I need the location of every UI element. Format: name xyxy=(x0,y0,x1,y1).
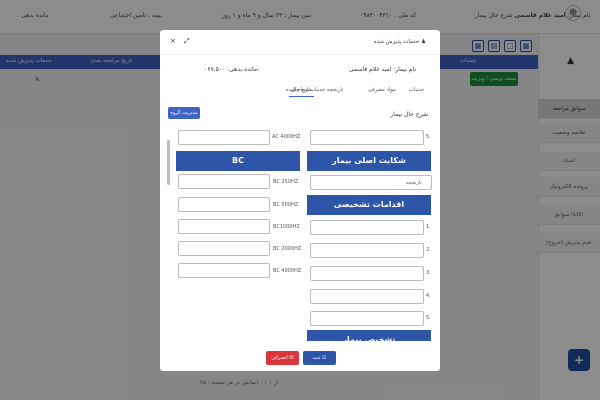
save-icon: ☑ xyxy=(321,355,327,361)
action-field-5[interactable] xyxy=(310,311,424,326)
modal-content: 5. شکایت اصلی بیمار تاریخچه اقدامات تشخی… xyxy=(160,127,440,341)
field-5-number: 5. xyxy=(426,134,431,140)
bc-4000-label: BC 4000HZ xyxy=(273,268,302,274)
action-number-4: 4. xyxy=(426,293,431,299)
bc-500-field[interactable] xyxy=(178,197,270,212)
modal-title-text: خدمات پذیرش شده xyxy=(373,39,420,45)
save-button[interactable]: ثبت ☑ xyxy=(303,351,336,365)
cancel-button[interactable]: انصراف ☒ xyxy=(266,351,299,365)
action-field-4[interactable] xyxy=(310,289,424,304)
bc-2000-label: BC 2000HZ xyxy=(273,246,302,252)
bc-500-label: BC 500HZ xyxy=(273,202,299,208)
action-number-2: 2. xyxy=(426,247,431,253)
close-icon[interactable]: × xyxy=(170,37,176,45)
services-modal: خدمات پذیرش شده ♟ × ⤢ نام بیمار: امید غل… xyxy=(160,30,440,371)
cancel-label: انصراف xyxy=(271,355,288,361)
tab-consumables[interactable]: مواد مصرفی xyxy=(366,85,398,97)
action-field-3[interactable] xyxy=(310,266,424,281)
action-number-1: 1. xyxy=(426,224,431,230)
field-5[interactable] xyxy=(310,130,424,145)
tab-services[interactable]: خدمات xyxy=(407,85,426,97)
section-title: شرح حال بیمار xyxy=(390,111,428,118)
diagnostic-actions-header: اقدامات تشخیصی xyxy=(307,195,431,215)
bc-4000-field[interactable] xyxy=(178,263,270,278)
bc-250-field[interactable] xyxy=(178,174,270,189)
tab-anamnesis[interactable]: شرح حال xyxy=(289,85,314,97)
action-number-3: 3. xyxy=(426,270,431,276)
diagnosis-header: تشخیص بیمار xyxy=(307,330,431,341)
action-field-2[interactable] xyxy=(310,243,424,258)
modal-patient-name: نام بیمار: امید غلام قاسمی xyxy=(348,66,416,73)
bc-1000-label: BC1000HZ xyxy=(273,224,300,230)
bc-2000-field[interactable] xyxy=(178,241,270,256)
save-label: ثبت xyxy=(312,355,321,361)
bc-header: BC xyxy=(176,151,300,171)
modal-tabs: خدمات مواد مصرفی تاریخچه خدمات انجام شده… xyxy=(160,85,440,97)
modal-title: خدمات پذیرش شده ♟ xyxy=(374,39,426,45)
expand-icon[interactable]: ⤢ xyxy=(184,37,190,46)
users-icon: ♟ xyxy=(421,39,426,45)
title-divider xyxy=(160,54,440,55)
action-field-1[interactable] xyxy=(310,220,424,235)
history-label: تاریخچه xyxy=(406,180,422,186)
action-number-5: 5. xyxy=(426,315,431,321)
ac-4000-field[interactable] xyxy=(178,130,270,145)
bc-250-label: BC 250HZ xyxy=(273,179,299,185)
ac-4000-label: AC 4000HZ xyxy=(272,134,301,140)
cancel-icon: ☒ xyxy=(289,355,294,361)
modal-balance: مانده بدهی: ۰۶۷,۵۰۰- xyxy=(204,66,260,73)
bc-1000-field[interactable] xyxy=(178,219,270,234)
manage-groups-button[interactable]: مدیریت گروه ها xyxy=(168,107,200,128)
chief-complaint-header: شکایت اصلی بیمار xyxy=(307,151,431,171)
